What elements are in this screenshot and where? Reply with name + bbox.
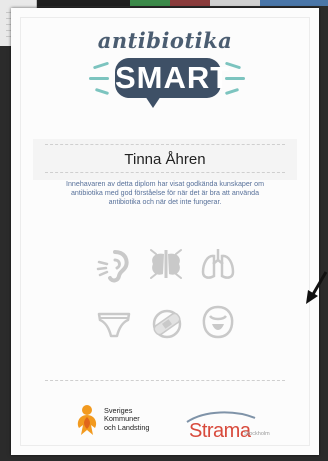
certificate-description: Innehavaren av detta diplom har visat go…: [66, 180, 264, 206]
skl-logo-text: Sveriges Kommuner och Landsting: [104, 406, 150, 432]
lungs-icon: [201, 249, 235, 279]
underwear-icon: [97, 312, 131, 338]
antibiotika-smart-logo: antibiotika SMART: [11, 22, 319, 120]
logo-top-text: antibiotika: [97, 28, 233, 53]
sinus-icon: [150, 249, 182, 279]
recipient-name: Tinna Åhren: [124, 151, 206, 168]
divider-under-name: [45, 172, 285, 173]
throat-icon: [202, 305, 234, 339]
divider-footer: [45, 380, 285, 381]
pointer-arrow-icon: [306, 271, 328, 304]
bandage-icon: [152, 309, 182, 339]
diploma-page: antibiotika SMART Tinna Åhren Innehavare…: [11, 8, 319, 455]
logo-dash: [94, 87, 110, 96]
logo-dash: [89, 77, 109, 80]
ear-icon: [96, 250, 129, 283]
divider-top: [45, 144, 285, 145]
skl-logo-icon: [77, 405, 97, 435]
skl-line3: och Landsting: [104, 422, 150, 432]
window-top-bar: [0, 0, 328, 6]
logo-dash: [92, 61, 110, 70]
strama-subtitle: Stockholm: [244, 431, 270, 437]
strama-logo-text: Strama: [189, 420, 251, 442]
logo-main-text: SMART: [115, 60, 231, 95]
